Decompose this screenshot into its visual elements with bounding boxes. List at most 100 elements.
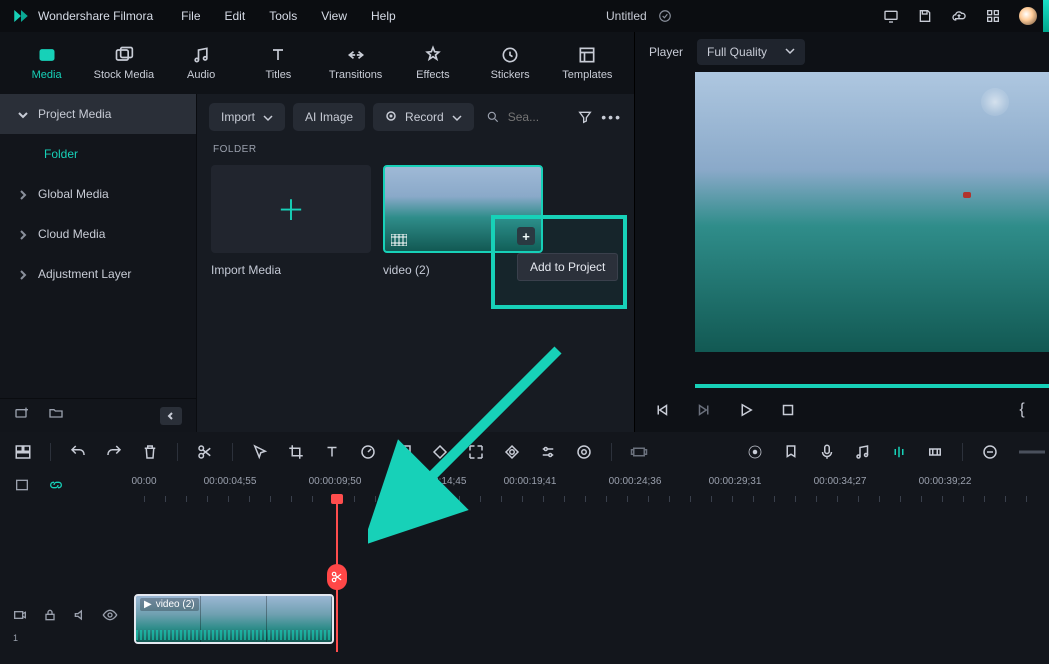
tab-templates[interactable]: Templates — [551, 35, 624, 91]
marker-icon[interactable] — [782, 443, 800, 461]
sidebar-adjustment-layer[interactable]: Adjustment Layer — [0, 254, 196, 294]
stickers-icon — [500, 45, 520, 65]
speed-icon[interactable] — [359, 443, 377, 461]
apps-icon[interactable] — [985, 8, 1001, 24]
menu-help[interactable]: Help — [371, 9, 396, 23]
app-name: Wondershare Filmora — [38, 9, 153, 23]
video-track-icon[interactable]: 1 — [12, 607, 28, 623]
record-dot-icon — [385, 110, 397, 125]
magnetic-icon[interactable] — [890, 443, 908, 461]
zoom-slider-icon[interactable] — [1017, 443, 1035, 461]
hide-track-icon[interactable] — [102, 607, 118, 623]
lock-track-icon[interactable] — [42, 607, 58, 623]
crop-icon[interactable] — [287, 443, 305, 461]
folder-icon[interactable] — [48, 405, 64, 426]
titles-icon — [268, 45, 288, 65]
player-quality-dropdown[interactable]: Full Quality — [697, 39, 805, 65]
tab-media[interactable]: Media — [10, 35, 83, 91]
expand-icon[interactable] — [467, 443, 485, 461]
menu-file[interactable]: File — [181, 9, 200, 23]
tab-stock-media[interactable]: Stock Media — [87, 35, 160, 91]
player-viewport[interactable] — [695, 72, 1049, 352]
title-bar: Wondershare Filmora File Edit Tools View… — [0, 0, 1049, 32]
snap-icon[interactable] — [926, 443, 944, 461]
adjust-icon[interactable] — [539, 443, 557, 461]
ruler-tick: 00:00:24;36 — [609, 476, 662, 487]
tab-transitions[interactable]: Transitions — [319, 35, 392, 91]
play-icon[interactable] — [737, 401, 755, 419]
import-media-card[interactable]: ＋ Import Media — [211, 165, 371, 277]
display-icon[interactable] — [883, 8, 899, 24]
tab-titles[interactable]: Titles — [242, 35, 315, 91]
import-dropdown[interactable]: Import — [209, 103, 285, 131]
undo-icon[interactable] — [69, 443, 87, 461]
menu-tools[interactable]: Tools — [269, 9, 297, 23]
split-icon[interactable] — [196, 443, 214, 461]
sidebar-folder-label: Folder — [44, 147, 78, 161]
import-label: Import — [221, 110, 255, 124]
mask-icon[interactable] — [503, 443, 521, 461]
step-forward-icon[interactable] — [695, 401, 713, 419]
tab-audio[interactable]: Audio — [165, 35, 238, 91]
text-icon[interactable] — [323, 443, 341, 461]
render-icon[interactable] — [630, 443, 648, 461]
greenscreen-icon[interactable] — [575, 443, 593, 461]
keyframe-icon[interactable] — [431, 443, 449, 461]
timeline-playhead[interactable] — [336, 502, 338, 652]
project-title[interactable]: Untitled — [606, 9, 647, 23]
redo-icon[interactable] — [105, 443, 123, 461]
clip-name: video (2) — [156, 599, 195, 610]
record-voiceover-icon[interactable] — [746, 443, 764, 461]
timeline-clip[interactable]: ▶video (2) — [134, 594, 334, 644]
mute-track-icon[interactable] — [72, 607, 88, 623]
add-to-timeline-button[interactable]: + — [517, 227, 535, 245]
playhead-split-button[interactable] — [327, 564, 347, 590]
chevron-right-icon — [18, 269, 28, 279]
search-input[interactable] — [508, 110, 548, 124]
prev-frame-icon[interactable] — [653, 401, 671, 419]
delete-icon[interactable] — [141, 443, 159, 461]
save-icon[interactable] — [917, 8, 933, 24]
stock-media-icon — [114, 45, 134, 65]
sidebar-folder[interactable]: Folder — [0, 134, 196, 174]
templates-icon — [577, 45, 597, 65]
zoom-out-icon[interactable] — [981, 443, 999, 461]
tab-stickers[interactable]: Stickers — [474, 35, 547, 91]
sidebar-project-media[interactable]: Project Media — [0, 94, 196, 134]
record-dropdown[interactable]: Record — [373, 103, 474, 131]
playhead-knob[interactable] — [331, 494, 343, 504]
layout-icon[interactable] — [14, 443, 32, 461]
sidebar-cloud-media[interactable]: Cloud Media — [0, 214, 196, 254]
player-label: Player — [649, 45, 683, 59]
track-options-icon[interactable] — [14, 477, 30, 498]
ruler-tick: 00:00:04;55 — [204, 476, 257, 487]
ai-image-button[interactable]: AI Image — [293, 103, 365, 131]
filter-icon[interactable] — [577, 109, 593, 125]
menu-view[interactable]: View — [321, 9, 347, 23]
stop-icon[interactable] — [779, 401, 797, 419]
collapse-sidebar-button[interactable] — [160, 407, 182, 425]
settings-brace-icon[interactable]: { — [1013, 401, 1031, 419]
link-icon[interactable] — [48, 477, 64, 498]
ruler-tick: 00:00:14;45 — [414, 476, 467, 487]
media-thumbnail[interactable]: + — [383, 165, 543, 253]
user-avatar[interactable] — [1019, 7, 1037, 25]
tab-effects[interactable]: Effects — [396, 35, 469, 91]
color-icon[interactable] — [395, 443, 413, 461]
search-icon[interactable] — [486, 110, 500, 124]
new-folder-icon[interactable] — [14, 405, 30, 426]
mic-icon[interactable] — [818, 443, 836, 461]
sidebar-global-media[interactable]: Global Media — [0, 174, 196, 214]
timeline-ruler[interactable]: 00:0000:00:04;5500:00:09;5000:00:14;4500… — [130, 472, 1049, 502]
cloud-icon[interactable] — [951, 8, 967, 24]
primary-tabs: Media Stock Media Audio Titles Transitio… — [0, 32, 634, 94]
timeline-tracks[interactable]: 00:0000:00:04;5500:00:09;5000:00:14;4500… — [130, 472, 1049, 664]
ruler-tick: 00:00:34;27 — [814, 476, 867, 487]
more-options-button[interactable]: ••• — [601, 109, 622, 125]
timeline-panel: 1 00:0000:00:04;5500:00:09;5000:00:14;45… — [0, 432, 1049, 664]
ai-image-label: AI Image — [305, 110, 353, 124]
menu-edit[interactable]: Edit — [225, 9, 246, 23]
sidebar-project-media-label: Project Media — [38, 107, 111, 121]
audio-mixer-icon[interactable] — [854, 443, 872, 461]
cursor-icon[interactable] — [251, 443, 269, 461]
